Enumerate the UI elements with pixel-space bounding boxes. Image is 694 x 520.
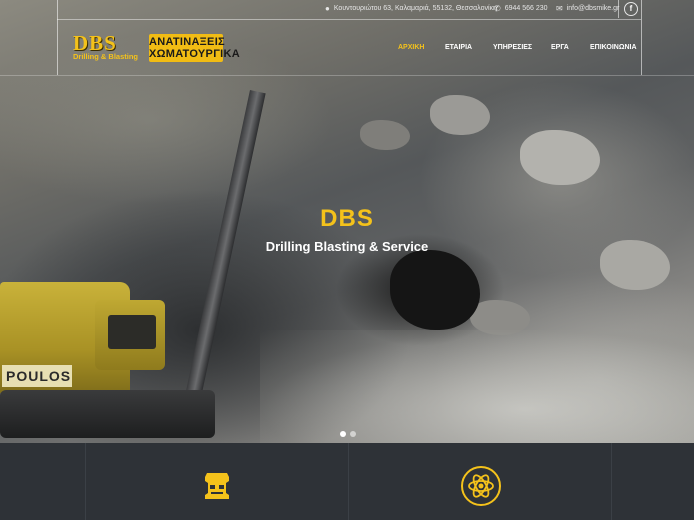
logo-tagline: Drilling & Blasting	[73, 52, 139, 61]
logo-greek-line: ΧΩΜΑΤΟΥΡΓΙΚΑ	[149, 48, 240, 60]
feature-divider	[348, 443, 349, 520]
envelope-icon: ✉	[556, 4, 563, 13]
address-text: Κουντουριώτου 63, Καλαμαριά, 55132, Θεσσ…	[333, 5, 497, 12]
hero-subtitle: Drilling Blasting & Service	[265, 239, 429, 254]
page: POULOS ● Κουντουριώτου 63, Καλαμαριά, 55…	[0, 0, 694, 520]
drill-rig-track	[0, 390, 215, 438]
shield-badge-icon	[205, 473, 229, 499]
logo-greek-line: ΑΝΑΤΙΝΑΞΕΙΣ	[149, 36, 225, 48]
email-item[interactable]: ✉ info@dbsmike.gr	[556, 4, 619, 13]
slider-dot[interactable]	[350, 431, 356, 437]
site-logo[interactable]: DBS Drilling & Blasting ΑΝΑΤΙΝΑΞΕΙΣ ΧΩΜΑ…	[71, 31, 240, 63]
phone-text[interactable]: 6944 566 230	[505, 5, 548, 12]
drill-rig-window	[108, 315, 156, 349]
atom-icon	[461, 466, 501, 506]
rock-shape	[520, 130, 600, 185]
header-divider	[0, 75, 694, 76]
rock-shape	[430, 95, 490, 135]
feature-divider	[611, 443, 612, 520]
rock-shape	[390, 250, 480, 330]
slider-dots	[340, 431, 356, 437]
slider-dot[interactable]	[340, 431, 346, 437]
rock-shape	[360, 120, 410, 150]
facebook-icon[interactable]: f	[624, 2, 638, 16]
hero-title: DBS	[320, 205, 374, 232]
contact-bar: ● Κουντουριώτου 63, Καλαμαριά, 55132, Θε…	[0, 0, 694, 20]
features-section	[0, 443, 694, 520]
phone-icon: ✆	[494, 4, 501, 13]
logo-greek-block: ΑΝΑΤΙΝΑΞΕΙΣ ΧΩΜΑΤΟΥΡΓΙΚΑ	[149, 34, 240, 62]
map-marker-icon: ●	[325, 4, 330, 13]
nav-item-home[interactable]: ΑΡΧΙΚΗ	[398, 44, 424, 51]
email-text[interactable]: info@dbsmike.gr	[567, 5, 620, 12]
phone-item[interactable]: ✆ 6944 566 230	[494, 4, 548, 13]
drill-rig-label: POULOS	[2, 365, 72, 387]
nav-item-contact[interactable]: ΕΠΙΚΟΙΝΩΝΙΑ	[590, 44, 637, 51]
nav-item-projects[interactable]: ΕΡΓΑ	[551, 44, 569, 51]
topbar-divider	[618, 0, 619, 18]
feature-divider	[85, 443, 86, 520]
nav-item-company[interactable]: ΕΤΑΙΡΙΑ	[445, 44, 472, 51]
address-item: ● Κουντουριώτου 63, Καλαμαριά, 55132, Θε…	[325, 4, 497, 13]
dust-cloud	[260, 330, 694, 443]
nav-item-services[interactable]: ΥΠΗΡΕΣΙΕΣ	[493, 44, 532, 51]
